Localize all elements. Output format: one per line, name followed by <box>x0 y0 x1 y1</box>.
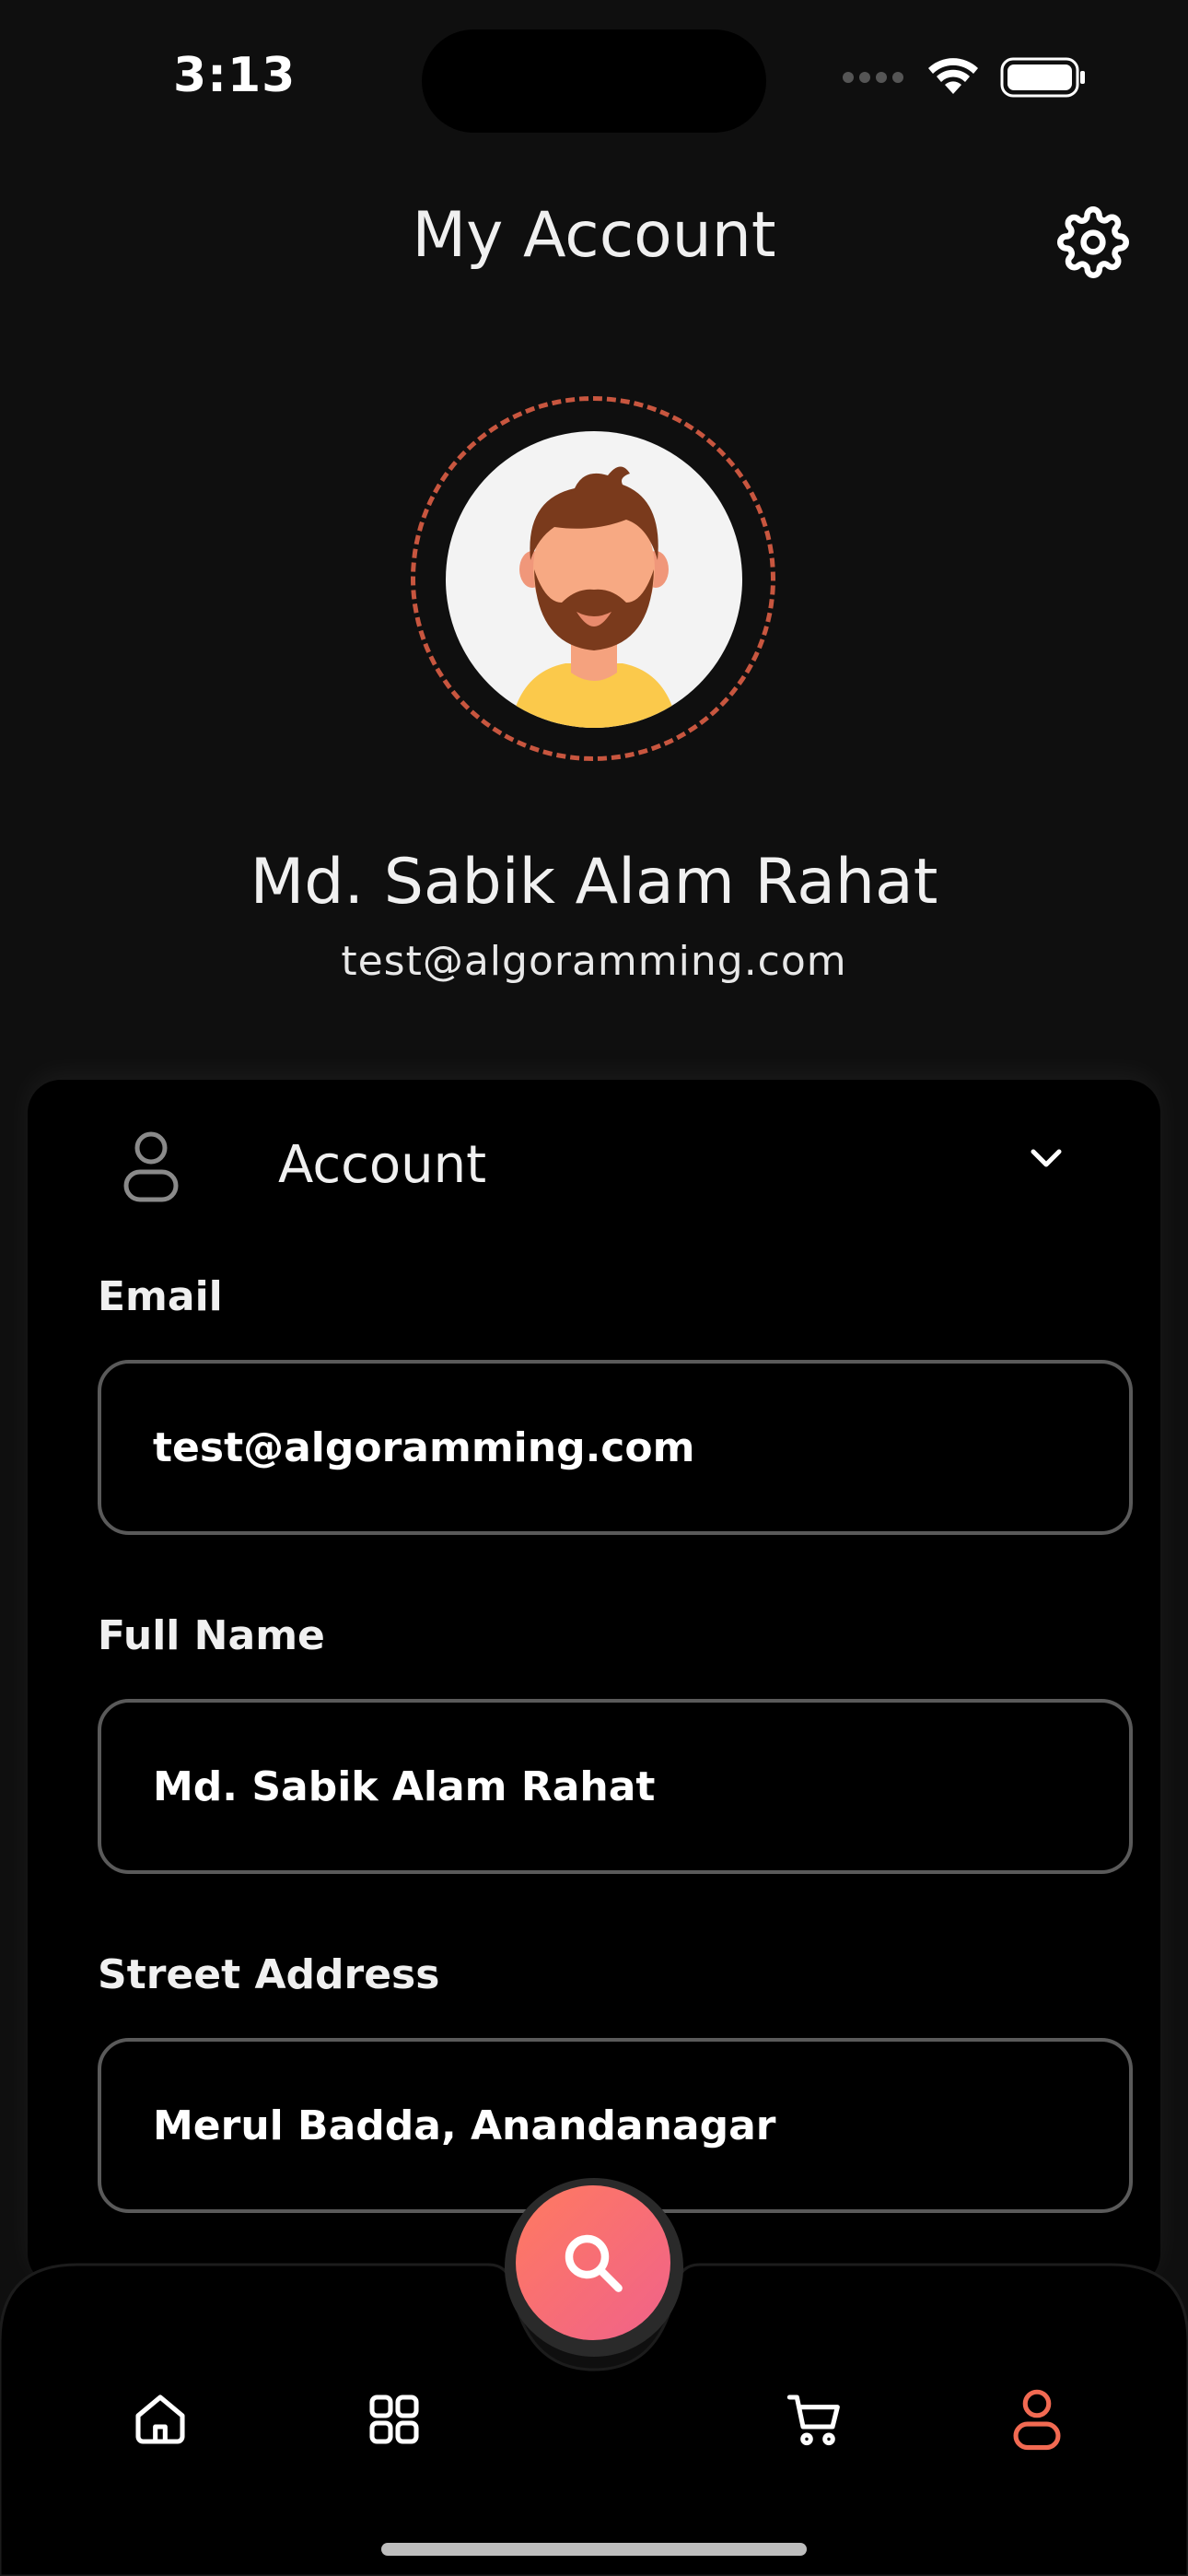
grid-icon <box>369 2395 419 2444</box>
profile-email: test@algoramming.com <box>341 938 847 985</box>
signal-dots-icon <box>843 72 903 83</box>
avatar-illustration <box>510 466 678 728</box>
profile-name: Md. Sabik Alam Rahat <box>250 846 938 919</box>
dynamic-island <box>422 29 766 133</box>
home-icon <box>135 2395 185 2444</box>
email-field[interactable] <box>153 1364 1074 1531</box>
full-name-field-box <box>98 1699 1133 1874</box>
full-name-label: Full Name <box>98 1612 325 1659</box>
battery-icon <box>1000 57 1085 98</box>
user-icon <box>1013 2389 1061 2451</box>
status-bar: 3:13 <box>0 0 1188 157</box>
full-name-field[interactable] <box>153 1703 1074 1870</box>
account-card: Account Email Full Name Street Address <box>28 1080 1160 2287</box>
search-button[interactable] <box>516 2185 670 2340</box>
account-section-header[interactable]: Account <box>94 1122 1094 1214</box>
nav-categories-button[interactable] <box>348 2373 440 2465</box>
gear-icon <box>1057 206 1129 278</box>
email-field-box <box>98 1360 1133 1535</box>
street-address-label: Street Address <box>98 1951 440 1998</box>
user-icon <box>123 1131 179 1202</box>
account-section-title: Account <box>278 1135 487 1195</box>
nav-account-button[interactable] <box>991 2373 1083 2465</box>
home-indicator <box>381 2543 807 2556</box>
cart-icon <box>786 2395 840 2446</box>
avatar[interactable] <box>446 431 742 728</box>
status-icons <box>842 57 1087 98</box>
search-icon <box>565 2234 623 2292</box>
wifi-icon <box>928 58 978 94</box>
chevron-down-icon <box>1031 1149 1062 1167</box>
email-label: Email <box>98 1273 223 1320</box>
status-time: 3:13 <box>173 48 297 103</box>
nav-cart-button[interactable] <box>768 2373 860 2465</box>
settings-button[interactable] <box>1055 205 1131 280</box>
page-title: My Account <box>412 199 776 272</box>
nav-home-button[interactable] <box>114 2373 206 2465</box>
